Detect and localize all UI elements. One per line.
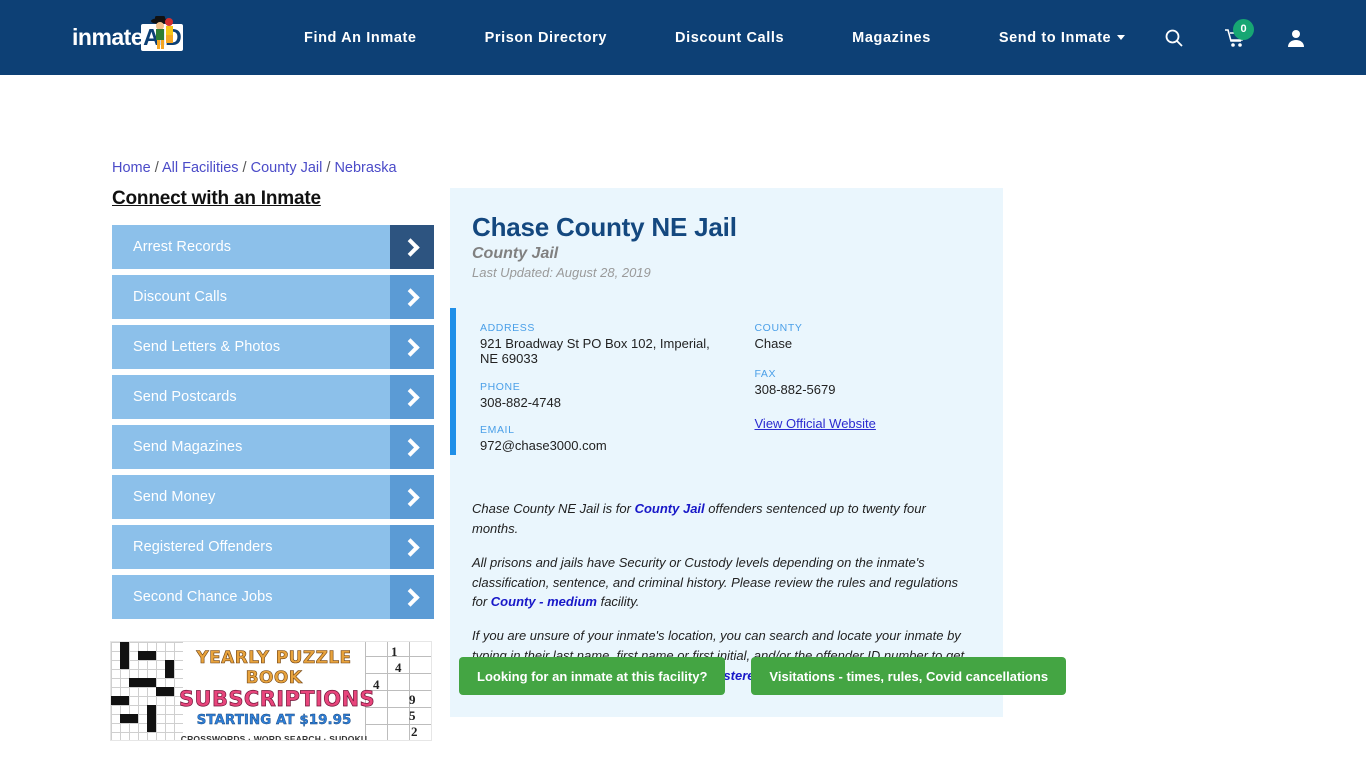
sidebar-item-label: Send Postcards — [133, 389, 237, 405]
ad-line-3: STARTING AT $19.95 — [196, 712, 352, 728]
fax-field: FAX 308-882-5679 — [755, 368, 982, 397]
sidebar-item-label: Send Magazines — [133, 439, 243, 455]
sidebar: Connect with an Inmate Arrest Records Di… — [112, 188, 434, 625]
sidebar-item-registered-offenders[interactable]: Registered Offenders — [112, 525, 434, 569]
email-label: EMAIL — [480, 423, 515, 436]
sidebar-item-label: Second Chance Jobs — [133, 589, 273, 605]
description-paragraph-1: Chase County NE Jail is for County Jail … — [472, 499, 971, 539]
nav-item-discount-calls[interactable]: Discount Calls — [641, 30, 818, 46]
crossword-grid-decoration — [111, 642, 183, 740]
nav-item-magazines[interactable]: Magazines — [818, 30, 965, 46]
nav-links: Find An Inmate Prison Directory Discount… — [270, 30, 1159, 46]
search-icon[interactable] — [1164, 28, 1184, 48]
county-field: COUNTY Chase — [755, 322, 982, 351]
chevron-right-icon — [390, 275, 434, 319]
top-navigation-bar: inmateAID Find An Inmate Prison Director… — [0, 0, 1366, 75]
county-label: COUNTY — [754, 322, 803, 334]
sidebar-item-label: Send Money — [133, 489, 216, 505]
logo-word: inmate — [72, 24, 144, 50]
facility-header: Chase County NE Jail County Jail Last Up… — [450, 212, 1003, 280]
breadcrumb-item-county-jail[interactable]: County Jail — [251, 160, 323, 176]
chevron-right-icon — [390, 375, 434, 419]
desc-p2-after: facility. — [596, 594, 640, 610]
nav-item-send-to-inmate[interactable]: Send to Inmate — [965, 30, 1159, 46]
fax-value: 308-882-5679 — [754, 382, 836, 398]
mascot-icon — [151, 15, 173, 49]
nav-icon-group: 0 — [1164, 18, 1306, 48]
desc-p1-before: Chase County NE Jail is for — [472, 501, 635, 517]
phone-label: PHONE — [480, 380, 521, 393]
facility-info-card: Chase County NE Jail County Jail Last Up… — [450, 188, 1003, 718]
chevron-right-icon — [390, 325, 434, 369]
chevron-right-icon — [390, 225, 434, 269]
accent-bar — [450, 308, 456, 455]
nav-item-prison-directory[interactable]: Prison Directory — [451, 30, 641, 46]
breadcrumb-item-home[interactable]: Home — [112, 160, 151, 176]
facility-contact-block: ADDRESS 921 Broadway St PO Box 102, Impe… — [450, 308, 1003, 485]
address-field: ADDRESS 921 Broadway St PO Box 102, Impe… — [480, 322, 731, 367]
county-value: Chase — [754, 336, 793, 351]
sidebar-item-discount-calls[interactable]: Discount Calls — [112, 275, 434, 319]
user-account-icon[interactable] — [1286, 28, 1306, 48]
sidebar-item-send-letters-photos[interactable]: Send Letters & Photos — [112, 325, 434, 369]
sidebar-item-send-postcards[interactable]: Send Postcards — [112, 375, 434, 419]
cta-button-row: Looking for an inmate at this facility? … — [459, 657, 1067, 695]
page-title: Chase County NE Jail — [472, 212, 737, 242]
sidebar-title: Connect with an Inmate — [112, 188, 321, 209]
cart-icon[interactable]: 0 — [1224, 18, 1254, 48]
county-medium-link[interactable]: County - medium — [491, 594, 597, 609]
sidebar-item-second-chance-jobs[interactable]: Second Chance Jobs — [112, 575, 434, 619]
contact-column-right: COUNTY Chase FAX 308-882-5679 View Offic… — [731, 322, 982, 467]
description-paragraph-2: All prisons and jails have Security or C… — [472, 553, 971, 612]
chevron-right-icon — [390, 575, 434, 619]
cart-count-badge: 0 — [1233, 18, 1254, 40]
card-bottom-spacer — [450, 699, 1003, 717]
sidebar-item-label: Send Letters & Photos — [133, 339, 281, 355]
phone-value: 308-882-4748 — [480, 394, 561, 410]
email-field: EMAIL 972@chase3000.com — [480, 424, 731, 453]
contact-column-left: ADDRESS 921 Broadway St PO Box 102, Impe… — [480, 322, 731, 467]
view-official-website-link[interactable]: View Official Website — [755, 416, 876, 431]
breadcrumb-separator: / — [150, 160, 162, 176]
breadcrumb-separator: / — [322, 160, 335, 176]
breadcrumb-item-all-facilities[interactable]: All Facilities — [162, 160, 239, 176]
ad-line-2: SUBSCRIPTIONS — [179, 687, 375, 712]
address-value: 921 Broadway St PO Box 102, Imperial, NE… — [480, 336, 710, 367]
chevron-right-icon — [390, 525, 434, 569]
nav-item-send-to-inmate-label: Send to Inmate — [998, 29, 1112, 46]
last-updated-text: Last Updated: August 28, 2019 — [472, 265, 651, 280]
sidebar-item-label: Arrest Records — [133, 239, 232, 255]
sidebar-item-label: Registered Offenders — [133, 539, 273, 555]
facility-type: County Jail — [472, 245, 559, 262]
county-jail-link[interactable]: County Jail — [635, 501, 705, 516]
facility-description: Chase County NE Jail is for County Jail … — [450, 485, 1003, 685]
sidebar-item-send-money[interactable]: Send Money — [112, 475, 434, 519]
sidebar-item-label: Discount Calls — [133, 289, 228, 305]
chevron-down-icon — [1117, 35, 1126, 41]
address-label: ADDRESS — [480, 322, 535, 334]
ad-text-block: YEARLY PUZZLE BOOK SUBSCRIPTIONS STARTIN… — [179, 648, 375, 741]
site-logo[interactable]: inmateAID — [72, 14, 200, 62]
fax-label: FAX — [754, 368, 777, 381]
sidebar-item-send-magazines[interactable]: Send Magazines — [112, 425, 434, 469]
phone-field: PHONE 308-882-4748 — [480, 381, 731, 410]
looking-for-inmate-button[interactable]: Looking for an inmate at this facility? — [459, 657, 726, 695]
visitations-info-button[interactable]: Visitations - times, rules, Covid cancel… — [751, 657, 1067, 695]
email-value: 972@chase3000.com — [480, 437, 607, 453]
puzzle-book-ad-banner[interactable]: 1 4 4 9 5 2 YEARLY PUZZLE BOOK SUBSCRIPT… — [110, 641, 432, 741]
official-website-field: View Official Website — [755, 416, 982, 431]
ad-line-4: CROSSWORDS · WORD SEARCH · SUDOKU · BRAI… — [180, 734, 368, 741]
chevron-right-icon — [390, 475, 434, 519]
chevron-right-icon — [390, 425, 434, 469]
breadcrumb-separator: / — [238, 160, 251, 176]
ad-line-1: YEARLY PUZZLE BOOK — [196, 648, 352, 689]
breadcrumb-item-nebraska[interactable]: Nebraska — [334, 160, 396, 176]
nav-item-find-an-inmate[interactable]: Find An Inmate — [270, 30, 451, 46]
sidebar-item-arrest-records[interactable]: Arrest Records — [112, 225, 434, 269]
breadcrumb: Home / All Facilities / County Jail / Ne… — [112, 160, 397, 176]
